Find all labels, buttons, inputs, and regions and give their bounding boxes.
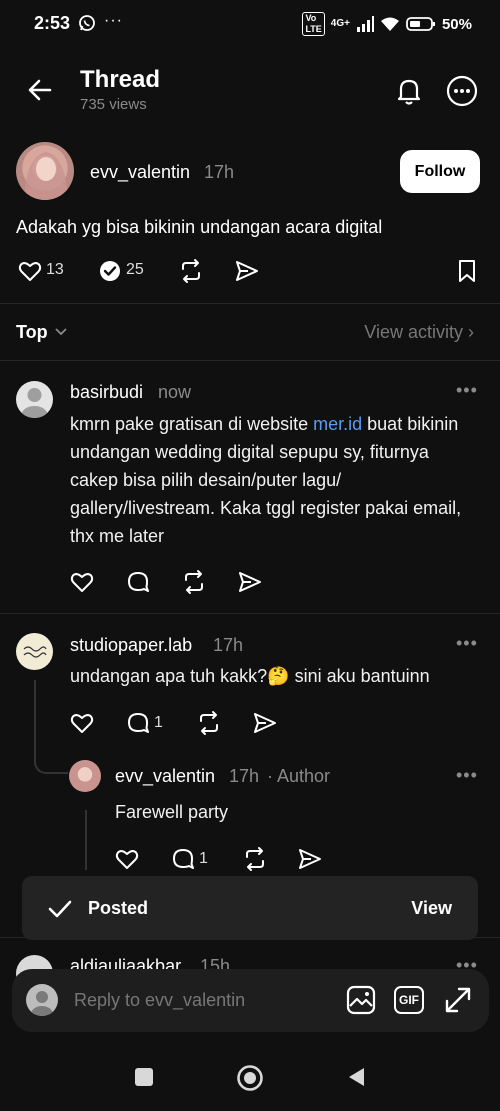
- comment-count: 1: [199, 850, 208, 867]
- more-options-icon[interactable]: [446, 75, 478, 107]
- avatar[interactable]: [16, 633, 53, 670]
- system-back-button[interactable]: [346, 1066, 366, 1088]
- repost-icon[interactable]: [178, 258, 204, 284]
- avatar[interactable]: [16, 381, 53, 418]
- comment-text: undangan apa tuh kakk?🤔 sini aku bantuin…: [70, 666, 430, 686]
- sort-label[interactable]: Top: [16, 322, 48, 343]
- divider: [0, 613, 500, 614]
- comment-time: now: [158, 382, 192, 402]
- share-icon[interactable]: [237, 570, 263, 594]
- view-count: 735 views: [80, 96, 147, 113]
- comment-icon[interactable]: [126, 711, 150, 735]
- comment-username[interactable]: evv_valentin: [115, 766, 215, 787]
- status-time: 2:53: [34, 13, 71, 33]
- avatar[interactable]: [16, 142, 74, 200]
- recent-apps-button[interactable]: [135, 1068, 153, 1086]
- repost-icon[interactable]: [196, 710, 222, 736]
- thread-line: [34, 680, 36, 765]
- thread-connector: [34, 760, 68, 774]
- like-icon[interactable]: [70, 711, 94, 735]
- post-time: 17h: [204, 162, 235, 182]
- repost-count: 25: [126, 261, 144, 278]
- toast-view-button[interactable]: View: [411, 898, 452, 919]
- like-icon[interactable]: [18, 259, 42, 283]
- gif-icon[interactable]: GIF: [394, 986, 424, 1014]
- comment-icon[interactable]: [171, 847, 195, 871]
- comment-time: 17h: [229, 766, 260, 786]
- verified-reply-icon[interactable]: [98, 259, 122, 283]
- battery-percent: 50%: [441, 15, 472, 33]
- volte-icon: Vo LTE: [302, 12, 325, 36]
- comment-more-icon[interactable]: •••: [456, 380, 478, 401]
- share-icon[interactable]: [234, 259, 260, 283]
- reply-input[interactable]: Reply to evv_valentin: [74, 990, 245, 1011]
- home-button[interactable]: [236, 1064, 264, 1092]
- status-more-icon: ···: [104, 12, 123, 29]
- comment-username[interactable]: studiopaper.lab: [70, 635, 192, 656]
- view-activity-label: View activity: [364, 322, 463, 342]
- divider: [0, 360, 500, 361]
- page-title: Thread: [80, 66, 161, 93]
- wifi-icon: [380, 16, 400, 32]
- share-icon[interactable]: [297, 847, 323, 871]
- share-icon[interactable]: [252, 711, 278, 735]
- divider: [0, 303, 500, 304]
- like-icon[interactable]: [115, 847, 139, 871]
- status-right: Vo LTE 4G+ 50%: [302, 12, 472, 36]
- signal-icon: [356, 16, 374, 32]
- post-text: Adakah yg bisa bikinin undangan acara di…: [16, 217, 383, 237]
- like-icon[interactable]: [70, 570, 94, 594]
- avatar[interactable]: [69, 760, 101, 792]
- comment-more-icon[interactable]: •••: [456, 765, 478, 786]
- comment-count: 1: [154, 714, 163, 731]
- view-activity-link[interactable]: View activity ›: [364, 322, 474, 343]
- follow-button[interactable]: Follow: [400, 150, 480, 193]
- repost-icon[interactable]: [242, 846, 268, 872]
- chevron-down-icon[interactable]: [54, 325, 68, 339]
- comment-icon[interactable]: [126, 570, 150, 594]
- notification-bell-icon[interactable]: [394, 76, 424, 106]
- comment-link[interactable]: mer.id: [313, 414, 362, 434]
- thread-line: [85, 810, 87, 870]
- like-count: 13: [46, 261, 64, 278]
- whatsapp-icon: [78, 14, 96, 32]
- repost-icon[interactable]: [181, 569, 207, 595]
- image-icon[interactable]: [346, 985, 376, 1015]
- author-badge: · Author: [267, 766, 331, 786]
- expand-icon[interactable]: [443, 985, 473, 1015]
- toast-message: Posted: [88, 898, 149, 918]
- check-icon: [48, 898, 72, 920]
- battery-icon: [406, 16, 436, 32]
- back-button[interactable]: [26, 76, 54, 104]
- comment-more-icon[interactable]: •••: [456, 633, 478, 654]
- bookmark-icon[interactable]: [456, 259, 478, 283]
- avatar: [26, 984, 58, 1016]
- comment-text: Farewell party: [115, 802, 229, 822]
- post-username[interactable]: evv_valentin: [90, 162, 190, 183]
- comment-time: 17h: [213, 635, 244, 655]
- network-label: 4G+: [330, 18, 350, 29]
- comment-username[interactable]: basirbudi: [70, 382, 143, 403]
- status-bar: 2:53 ··· Vo LTE 4G+ 50%: [0, 0, 500, 48]
- comment-text-part: kmrn pake gratisan di website: [70, 414, 314, 434]
- comment-text: kmrn pake gratisan di website mer.id bua…: [70, 410, 470, 550]
